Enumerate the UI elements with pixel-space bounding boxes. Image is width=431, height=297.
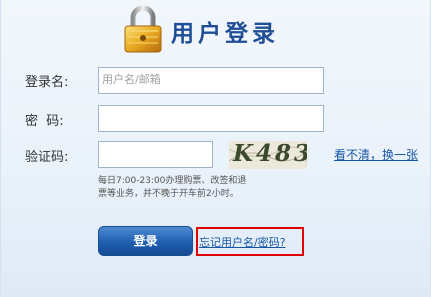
captcha-text: K483	[233, 141, 307, 167]
captcha-input[interactable]	[98, 141, 213, 168]
password-label: 密 码:	[25, 114, 64, 129]
note-line-2: 票等业务，并不晚于开车前2小时。	[98, 189, 239, 199]
captcha-label: 验证码:	[25, 150, 69, 165]
login-button[interactable]: 登录	[98, 226, 193, 256]
captcha-image[interactable]: K483	[229, 141, 307, 169]
username-placeholder: 用户名/邮箱	[102, 73, 161, 86]
refresh-captcha-link[interactable]: 看不清，换一张	[334, 146, 418, 163]
username-input[interactable]: 用户名/邮箱	[98, 67, 324, 94]
page-title: 用户登录	[171, 21, 279, 47]
service-hours-note: 每日7:00-23:00办理购票、改签和退 票等业务，并不晚于开车前2小时。	[98, 175, 288, 201]
login-panel: 用户登录 登录名: 用户名/邮箱 密 码: 验证码: K483 看不清，换一张 …	[0, 0, 431, 297]
lock-icon	[124, 5, 162, 53]
password-input[interactable]	[98, 105, 324, 132]
forgot-password-link[interactable]: 忘记用户名/密码?	[199, 234, 286, 250]
note-line-1: 每日7:00-23:00办理购票、改签和退	[98, 176, 247, 186]
username-label: 登录名:	[25, 75, 69, 90]
